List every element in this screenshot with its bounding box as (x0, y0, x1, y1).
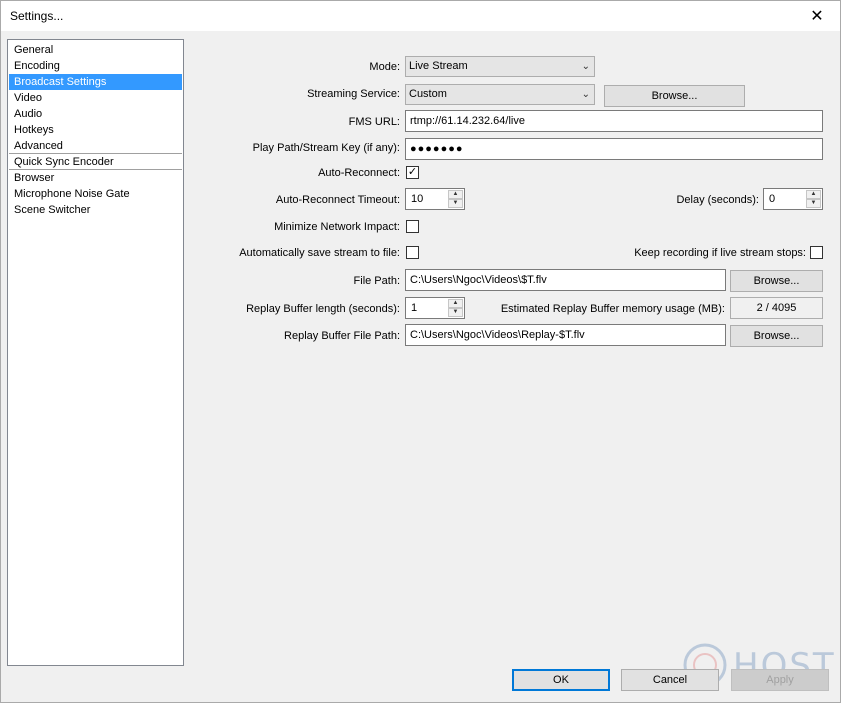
service-browse-button[interactable]: Browse... (604, 85, 745, 107)
replay-memory-value: 2 / 4095 (730, 297, 823, 319)
file-path-input[interactable]: C:\Users\Ngoc\Videos\$T.flv (405, 269, 726, 291)
auto-save-label: Automatically save stream to file: (239, 247, 400, 259)
sidebar-item-broadcast-settings[interactable]: Broadcast Settings (9, 74, 182, 90)
reconnect-timeout-label: Auto-Reconnect Timeout: (275, 194, 400, 206)
auto-reconnect-label: Auto-Reconnect: (318, 167, 400, 179)
chevron-down-icon: ⌄ (581, 61, 590, 72)
streaming-service-value: Custom (409, 88, 447, 100)
sidebar-item-general[interactable]: General (8, 42, 183, 58)
mode-dropdown[interactable]: Live Stream ⌄ (405, 56, 595, 77)
stepper-buttons: ▲ ▼ (448, 190, 463, 208)
spin-down-icon[interactable]: ▼ (448, 308, 463, 317)
streaming-service-label: Streaming Service: (307, 88, 400, 100)
spin-down-icon[interactable]: ▼ (806, 199, 821, 208)
spin-up-icon[interactable]: ▲ (448, 299, 463, 308)
spin-down-icon[interactable]: ▼ (448, 199, 463, 208)
replay-path-label: Replay Buffer File Path: (284, 330, 400, 342)
auto-reconnect-checkbox[interactable]: ✓ (406, 166, 419, 179)
sidebar-item-advanced[interactable]: Advanced (8, 138, 183, 154)
mode-label: Mode: (369, 61, 400, 73)
window-title: Settings... (10, 9, 64, 23)
replay-path-browse-button[interactable]: Browse... (730, 325, 823, 347)
sidebar-item-hotkeys[interactable]: Hotkeys (8, 122, 183, 138)
keep-recording-checkbox[interactable] (810, 246, 823, 259)
delay-value: 0 (769, 193, 776, 205)
close-icon[interactable]: ✕ (794, 1, 840, 31)
minimize-network-impact-label: Minimize Network Impact: (274, 221, 400, 233)
auto-save-checkbox[interactable] (406, 246, 419, 259)
reconnect-timeout-stepper[interactable]: 10 ▲ ▼ (405, 188, 465, 210)
sidebar-item-microphone-noise-gate[interactable]: Microphone Noise Gate (8, 186, 183, 202)
fms-url-label: FMS URL: (348, 116, 400, 128)
stepper-buttons: ▲ ▼ (806, 190, 821, 208)
spin-up-icon[interactable]: ▲ (806, 190, 821, 199)
sidebar-item-browser[interactable]: Browser (8, 170, 183, 186)
streaming-service-dropdown[interactable]: Custom ⌄ (405, 84, 595, 105)
sidebar-item-audio[interactable]: Audio (8, 106, 183, 122)
stepper-buttons: ▲ ▼ (448, 299, 463, 317)
delay-stepper[interactable]: 0 ▲ ▼ (763, 188, 823, 210)
mode-value: Live Stream (409, 60, 468, 72)
file-path-label: File Path: (353, 275, 400, 287)
ok-button[interactable]: OK (512, 669, 610, 691)
chevron-down-icon: ⌄ (581, 89, 590, 100)
fms-url-input[interactable]: rtmp://61.14.232.64/live (405, 110, 823, 132)
sidebar-item-video[interactable]: Video (8, 90, 183, 106)
cancel-button[interactable]: Cancel (621, 669, 719, 691)
sidebar-item-scene-switcher[interactable]: Scene Switcher (8, 202, 183, 218)
replay-buffer-length-value: 1 (411, 302, 418, 314)
spin-up-icon[interactable]: ▲ (448, 190, 463, 199)
minimize-network-impact-checkbox[interactable] (406, 220, 419, 233)
stream-key-input[interactable]: ●●●●●●● (405, 138, 823, 160)
apply-button[interactable]: Apply (731, 669, 829, 691)
stream-key-label: Play Path/Stream Key (if any): (252, 142, 400, 154)
sidebar-item-encoding[interactable]: Encoding (8, 58, 183, 74)
delay-label: Delay (seconds): (676, 194, 759, 206)
settings-window: Settings... ✕ General Encoding Broadcast… (0, 0, 841, 703)
reconnect-timeout-value: 10 (411, 193, 424, 205)
replay-memory-label: Estimated Replay Buffer memory usage (MB… (500, 303, 725, 315)
sidebar-item-quick-sync-encoder[interactable]: Quick Sync Encoder (8, 154, 183, 170)
replay-buffer-length-stepper[interactable]: 1 ▲ ▼ (405, 297, 465, 319)
keep-recording-label: Keep recording if live stream stops: (634, 247, 806, 259)
settings-category-list: General Encoding Broadcast Settings Vide… (7, 39, 184, 666)
replay-path-input[interactable]: C:\Users\Ngoc\Videos\Replay-$T.flv (405, 324, 726, 346)
file-path-browse-button[interactable]: Browse... (730, 270, 823, 292)
title-bar: Settings... ✕ (1, 1, 840, 31)
replay-buffer-length-label: Replay Buffer length (seconds): (246, 303, 400, 315)
